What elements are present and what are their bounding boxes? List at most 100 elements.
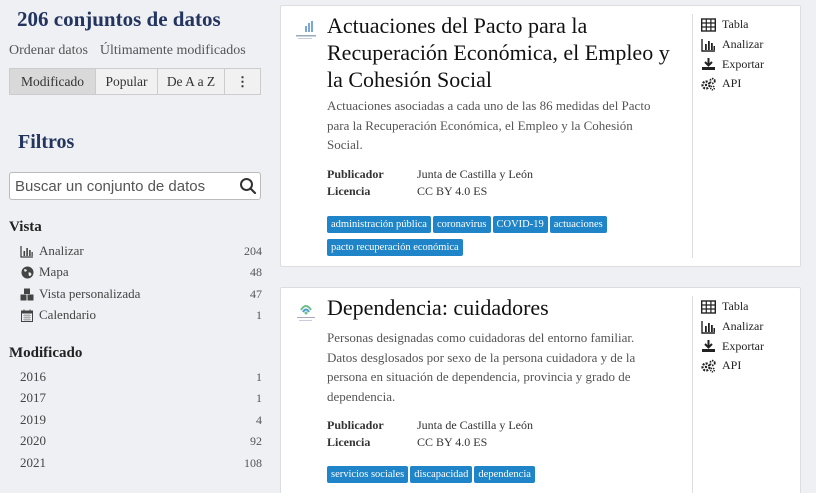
dataset-actions: Tabla Analizar Exportar API [701,15,791,94]
facet-label: 2019 [20,412,46,427]
license-value: CC BY 4.0 ES [417,184,488,198]
facet-label: Analizar [39,243,84,258]
tag[interactable]: discapacidad [410,466,473,483]
api-label: API [722,76,742,91]
facet-year-2020[interactable]: 2020 92 [20,431,262,451]
cubes-icon [20,287,34,301]
tag[interactable]: pacto recuperación económica [327,239,463,256]
facet-count: 1 [256,307,262,322]
bar-chart-icon [20,244,34,258]
table-label: Tabla [722,17,749,32]
export-label: Exportar [722,56,764,71]
analyze-label: Analizar [722,37,764,52]
tag[interactable]: COVID-19 [492,216,548,233]
sort-label-text: Ordenar datos [9,43,88,58]
dataset-description: Actuaciones asociadas a cada uno de las … [327,98,651,152]
dataset-thumbnail-icon [296,21,316,39]
calendar-icon [20,308,34,322]
sort-label: Ordenar datos Últimamente modificados [9,43,246,59]
sort-more-button[interactable]: ⋮ [225,69,260,94]
facet-count: 92 [250,433,262,448]
facet-year-2019[interactable]: 2019 4 [20,410,262,430]
sidebar: 206 conjuntos de datos Ordenar datos Últi… [0,0,270,493]
tag[interactable]: coronavirus [432,216,491,233]
export-label: Exportar [722,338,764,353]
facet-label: 2021 [20,455,46,470]
bar-chart-icon [701,320,715,334]
api-action[interactable]: API [701,356,791,376]
sort-popular-button[interactable]: Popular [96,69,158,94]
analyze-action[interactable]: Analizar [701,317,791,337]
table-icon [701,300,716,314]
facet-count: 1 [256,390,262,405]
export-action[interactable]: Exportar [701,54,791,74]
card-divider [692,14,693,258]
dataset-meta: Publicador Junta de Castilla y León Licen… [327,417,533,451]
facet-count: 47 [250,286,262,301]
search-icon[interactable] [239,177,257,195]
tag[interactable]: administración pública [327,216,431,233]
sort-button-group: Modificado Popular De A a Z ⋮ [9,68,261,95]
facet-year-2016[interactable]: 2016 1 [20,367,262,387]
facet-label: Mapa [39,264,69,279]
dataset-description: Personas designadas como cuidadoras del … [327,330,636,404]
api-label: API [722,358,742,373]
gears-icon [701,359,716,373]
search-input[interactable] [10,173,230,199]
api-action[interactable]: API [701,74,791,94]
gears-icon [701,77,716,91]
download-icon [702,58,715,71]
dataset-card: Dependencia: cuidadores Personas designa… [280,287,801,493]
facet-count: 204 [244,243,262,258]
facet-label: 2020 [20,433,46,448]
bar-chart-icon [701,38,715,52]
dataset-card: Actuaciones del Pacto para la Recuperaci… [280,5,801,267]
facet-label: 2017 [20,390,46,405]
facet-label: Vista personalizada [39,286,141,301]
facet-label: 2016 [20,369,46,384]
table-label: Tabla [722,299,749,314]
sort-current: Últimamente modificados [99,43,246,58]
facet-count: 48 [250,264,262,279]
dataset-thumbnail-icon [297,305,315,321]
search-box [9,172,261,200]
sort-alphabetical-button[interactable]: De A a Z [158,69,225,94]
dataset-meta: Publicador Junta de Castilla y León Licen… [327,166,533,200]
table-icon [701,18,716,32]
facet-vista-calendario[interactable]: Calendario 1 [20,305,262,325]
publisher-label: Publicador [327,167,384,181]
facet-vista-mapa[interactable]: Mapa 48 [20,262,262,282]
publisher-value: Junta de Castilla y León [417,418,533,432]
modificado-title: Modificado [9,345,83,361]
globe-icon [20,265,34,279]
facet-count: 4 [256,412,262,427]
dataset-title[interactable]: Actuaciones del Pacto para la Recuperaci… [327,12,691,93]
facet-year-2021[interactable]: 2021 108 [20,453,262,473]
publisher-value: Junta de Castilla y León [417,167,533,181]
dataset-title[interactable]: Dependencia: cuidadores [327,294,691,321]
facet-label: Calendario [39,307,97,322]
table-action[interactable]: Tabla [701,15,791,35]
filters-title: Filtros [18,131,75,153]
tag[interactable]: servicios sociales [327,466,409,483]
tag-list: administración pública coronavirus COVID-1… [327,214,687,260]
analyze-action[interactable]: Analizar [701,35,791,55]
facet-vista-analizar[interactable]: Analizar 204 [20,241,262,261]
facet-vista-personalizada[interactable]: Vista personalizada 47 [20,284,262,304]
tag-list: servicios sociales discapacidad dependenci… [327,464,687,487]
dataset-actions: Tabla Analizar Exportar API [701,297,791,376]
facet-count: 1 [256,369,262,384]
card-divider [692,296,693,493]
download-icon [702,340,715,353]
facet-count: 108 [244,455,262,470]
license-value: CC BY 4.0 ES [417,435,488,449]
export-action[interactable]: Exportar [701,336,791,356]
table-action[interactable]: Tabla [701,297,791,317]
analyze-label: Analizar [722,319,764,334]
sort-modified-button[interactable]: Modificado [10,69,96,94]
vista-title: Vista [9,219,42,235]
tag[interactable]: dependencia [474,466,535,483]
facet-year-2017[interactable]: 2017 1 [20,388,262,408]
license-label: Licencia [327,184,371,198]
tag[interactable]: actuaciones [549,216,607,233]
